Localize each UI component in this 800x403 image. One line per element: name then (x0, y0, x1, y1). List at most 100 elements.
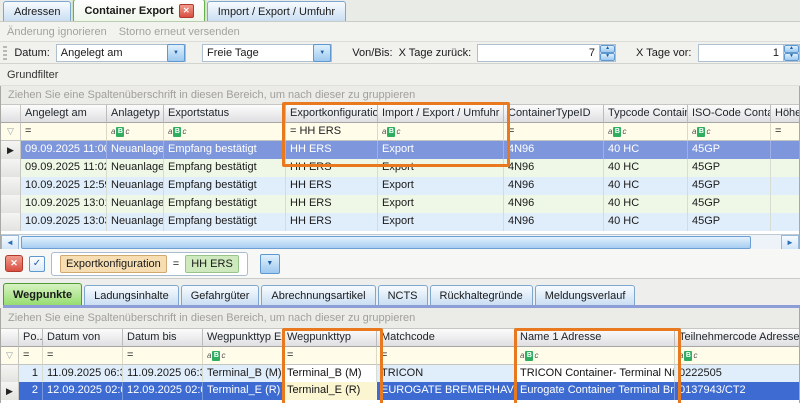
tab-wegpunkte[interactable]: Wegpunkte (3, 283, 82, 305)
column-header-exportstatus[interactable]: Exportstatus (164, 105, 286, 123)
filter-cell[interactable]: = (123, 347, 203, 365)
table-row[interactable]: 10.09.2025 13:01 Neuanlage Empfang bestä… (1, 195, 799, 213)
cell-exportstatus[interactable]: Empfang bestätigt (164, 141, 286, 159)
filter-dropdown-button[interactable]: ▼ (260, 254, 280, 274)
remove-filter-button[interactable]: ✕ (5, 255, 23, 272)
cell-datum-bis[interactable]: 11.09.2025 06:30 (123, 365, 203, 382)
cell-containertypeid[interactable]: 4N96 (504, 177, 604, 195)
filter-cell[interactable]: = (377, 347, 516, 365)
filter-condition[interactable]: Exportkonfiguration = HH ERS (51, 252, 248, 276)
filter-cell[interactable]: aBc (604, 123, 688, 141)
tage-zurueck-spinner[interactable]: 7 ▲ ▼ (477, 44, 616, 62)
cell-angelegt-am[interactable]: 09.09.2025 11:00 (21, 141, 107, 159)
storno-erneut-versenden-button[interactable]: Storno erneut versenden (119, 26, 240, 38)
aenderung-ignorieren-button[interactable]: Änderung ignorieren (7, 26, 107, 38)
column-header-datum-bis[interactable]: Datum bis (123, 329, 203, 347)
tab-rueckhaltegruende[interactable]: Rückhaltegründe (430, 285, 533, 305)
filter-operator[interactable]: = (173, 258, 179, 270)
cell-import-export-umfuhr[interactable]: Export (378, 213, 504, 231)
cell-isocode[interactable]: 45GP (688, 177, 771, 195)
filter-field-chip[interactable]: Exportkonfiguration (60, 255, 167, 273)
column-header-matchcode[interactable]: Matchcode (377, 329, 516, 347)
column-header-iso-code-container[interactable]: ISO-Code Container (688, 105, 771, 123)
filter-cell[interactable]: aBc (164, 123, 286, 141)
spin-up-icon[interactable]: ▲ (600, 45, 615, 53)
tab-ncts[interactable]: NCTS (378, 285, 428, 305)
column-header-import-export-umfuhr[interactable]: Import / Export / Umfuhr (378, 105, 504, 123)
cell-containertypeid[interactable]: 4N96 (504, 195, 604, 213)
cell-position[interactable]: 1 (19, 365, 43, 382)
cell-typcode[interactable]: 40 HC (604, 177, 688, 195)
filter-cell[interactable]: aBc (378, 123, 504, 141)
cell-datum-von[interactable]: 11.09.2025 06:30 (43, 365, 123, 382)
group-by-panel[interactable]: Ziehen Sie eine Spaltenüberschrift in di… (1, 308, 799, 329)
cell-isocode[interactable]: 45GP (688, 213, 771, 231)
table-row[interactable]: 10.09.2025 12:59 Neuanlage Empfang bestä… (1, 177, 799, 195)
cell-isocode[interactable]: 45GP (688, 195, 771, 213)
column-header-wegpunkttyp[interactable]: Wegpunkttyp (283, 329, 377, 347)
group-by-panel[interactable]: Ziehen Sie eine Spaltenüberschrift in di… (1, 86, 799, 105)
cell-hoehe[interactable] (771, 141, 799, 159)
filter-cell[interactable]: aBc (675, 347, 799, 365)
cell-exportstatus[interactable]: Empfang bestätigt (164, 195, 286, 213)
cell-angelegt-am[interactable]: 10.09.2025 13:01 (21, 195, 107, 213)
tab-import-export-umfuhr[interactable]: Import / Export / Umfuhr (207, 1, 346, 21)
cell-exportkonfiguration[interactable]: HH ERS (286, 177, 378, 195)
tab-ladungsinhalte[interactable]: Ladungsinhalte (84, 285, 179, 305)
cell-typcode[interactable]: 40 HC (604, 141, 688, 159)
column-header-name1-adresse[interactable]: Name 1 Adresse (516, 329, 675, 347)
table-row[interactable]: 1 11.09.2025 06:30 11.09.2025 06:30 Term… (1, 365, 799, 382)
filter-cell[interactable]: aBc (107, 123, 164, 141)
cell-wegpunkttyp-focused[interactable]: Terminal_E (R) (283, 382, 377, 400)
spin-buttons[interactable]: ▲ ▼ (783, 45, 799, 61)
cell-angelegt-am[interactable]: 10.09.2025 12:59 (21, 177, 107, 195)
cell-hoehe[interactable] (771, 159, 799, 177)
cell-hoehe[interactable] (771, 195, 799, 213)
spin-buttons[interactable]: ▲ ▼ (599, 45, 615, 61)
cell-exportstatus[interactable]: Empfang bestätigt (164, 159, 286, 177)
column-header-anlagetyp[interactable]: Anlagetyp (107, 105, 164, 123)
cell-teilnehmercode[interactable]: 0222505 (675, 365, 799, 382)
tab-meldungsverlauf[interactable]: Meldungsverlauf (535, 285, 636, 305)
cell-wegpunkttyp[interactable]: Terminal_B (M) (283, 365, 377, 382)
column-header-datum-von[interactable]: Datum von (43, 329, 123, 347)
column-header-exportkonfiguration[interactable]: Exportkonfiguration▽ (286, 105, 378, 123)
filter-cell[interactable]: = (504, 123, 604, 141)
column-header-containertypeid[interactable]: ContainerTypeID (504, 105, 604, 123)
cell-exportkonfiguration[interactable]: HH ERS (286, 141, 378, 159)
zeitraum-combobox[interactable]: Freie Tage ▼ (202, 44, 332, 62)
cell-name1-adresse[interactable]: TRICON Container- Terminal Nürnberg (516, 365, 675, 382)
table-row[interactable]: ▶ 2 12.09.2025 02:00 12.09.2025 02:00 Te… (1, 382, 799, 400)
column-header-typcode-container[interactable]: Typcode Container (604, 105, 688, 123)
cell-exportkonfiguration[interactable]: HH ERS (286, 213, 378, 231)
spin-down-icon[interactable]: ▼ (784, 53, 799, 61)
cell-anlagetyp[interactable]: Neuanlage (107, 195, 164, 213)
table-row[interactable]: ▶ 09.09.2025 11:00 Neuanlage Empfang bes… (1, 141, 799, 159)
tage-vor-spinner[interactable]: 1 ▲ ▼ (698, 44, 800, 62)
spin-down-icon[interactable]: ▼ (600, 53, 615, 61)
cell-typcode[interactable]: 40 HC (604, 213, 688, 231)
cell-anlagetyp[interactable]: Neuanlage (107, 213, 164, 231)
column-header-wegpunkttyp-exp[interactable]: Wegpunkttyp Exp... (203, 329, 283, 347)
cell-isocode[interactable]: 45GP (688, 159, 771, 177)
tab-abrechnungsartikel[interactable]: Abrechnungsartikel (261, 285, 375, 305)
cell-anlagetyp[interactable]: Neuanlage (107, 141, 164, 159)
cell-hoehe[interactable] (771, 213, 799, 231)
cell-hoehe[interactable] (771, 177, 799, 195)
cell-exportkonfiguration[interactable]: HH ERS (286, 195, 378, 213)
cell-import-export-umfuhr[interactable]: Export (378, 159, 504, 177)
filter-enabled-checkbox[interactable]: ✓ (29, 256, 45, 272)
cell-exportstatus[interactable]: Empfang bestätigt (164, 213, 286, 231)
cell-anlagetyp[interactable]: Neuanlage (107, 159, 164, 177)
table-row[interactable]: 09.09.2025 11:02 Neuanlage Empfang bestä… (1, 159, 799, 177)
scrollbar-track[interactable] (19, 236, 781, 250)
cell-import-export-umfuhr[interactable]: Export (378, 195, 504, 213)
cell-wegpunkttyp-exp[interactable]: Terminal_E (R) (203, 382, 283, 400)
filter-cell[interactable]: aBc (688, 123, 771, 141)
cell-import-export-umfuhr[interactable]: Export (378, 141, 504, 159)
cell-matchcode[interactable]: EUROGATE BREMERHAVEN (377, 382, 516, 400)
cell-containertypeid[interactable]: 4N96 (504, 141, 604, 159)
scrollbar-thumb[interactable] (21, 236, 751, 249)
cell-containertypeid[interactable]: 4N96 (504, 213, 604, 231)
filter-cell[interactable]: aBc (516, 347, 675, 365)
